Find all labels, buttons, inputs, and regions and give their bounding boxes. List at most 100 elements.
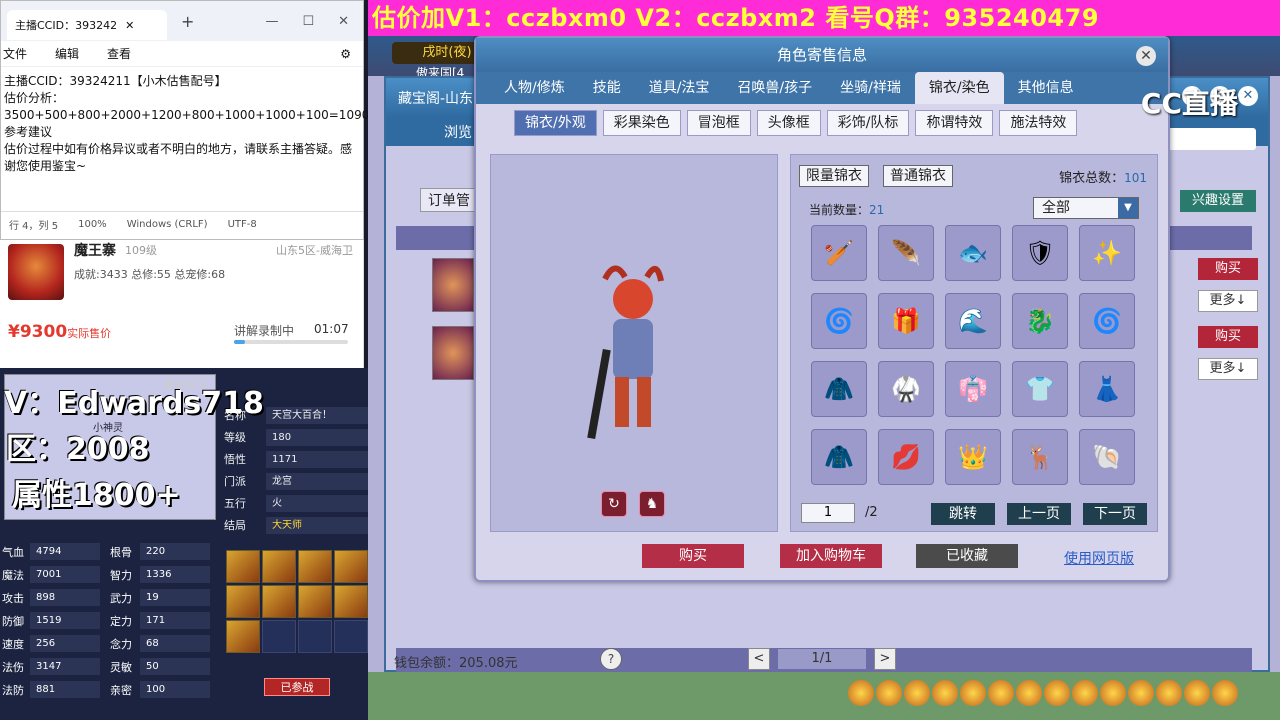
outfit-item-icon[interactable]: 🛡 [1012,225,1068,281]
menu-file[interactable]: 文件 [3,45,27,62]
list-thumb[interactable] [432,326,474,380]
skill-slot[interactable] [262,585,296,618]
web-version-link[interactable]: 使用网页版 [1064,548,1134,568]
skill-slot[interactable] [334,585,368,618]
minimize-icon[interactable]: — [265,14,278,29]
buy-button[interactable]: 购买 [642,544,744,568]
outfit-item-icon[interactable]: ✨ [1079,225,1135,281]
game-menu-icon[interactable] [848,680,874,706]
favorited-button[interactable]: 已收藏 [916,544,1018,568]
skill-slot[interactable] [226,550,260,583]
close-icon[interactable]: ✕ [125,19,134,32]
add-to-cart-button[interactable]: 加入购物车 [780,544,882,568]
game-menu-icon[interactable] [1100,680,1126,706]
tab-items[interactable]: 道具/法宝 [635,72,724,104]
game-menu-icon[interactable] [1156,680,1182,706]
tab-character[interactable]: 人物/修炼 [490,72,579,104]
more-button[interactable]: 更多↓ [1198,290,1258,312]
rotate-icon[interactable]: ↻ [601,491,627,517]
prev-page-button[interactable]: 上一页 [1007,503,1071,525]
outfit-item-icon[interactable]: 💋 [878,429,934,485]
close-icon[interactable]: ✕ [1136,46,1156,66]
interest-settings-button[interactable]: 兴趣设置 [1180,190,1256,212]
stat-value: 898 [30,589,100,606]
stat-key: 法防 [2,683,24,697]
tab-other[interactable]: 其他信息 [1004,72,1088,104]
game-menu-icon[interactable] [932,680,958,706]
game-menu-icon[interactable] [1016,680,1042,706]
outfit-item-icon[interactable]: 👘 [945,361,1001,417]
notepad-content[interactable]: 主播CCID：39324211【小木估售配号】 估价分析： 3500+500+8… [1,67,377,211]
outfit-item-icon[interactable]: 🐚 [1079,429,1135,485]
close-icon[interactable]: ✕ [1238,86,1258,106]
outfit-item-icon[interactable]: 🪶 [878,225,934,281]
game-menu-icon[interactable] [1128,680,1154,706]
jump-button[interactable]: 跳转 [931,503,995,525]
subtab-bubble[interactable]: 冒泡框 [686,110,751,136]
tab-pets[interactable]: 召唤兽/孩子 [723,72,826,104]
subtab-dye[interactable]: 彩果染色 [602,110,681,136]
list-thumb[interactable] [432,258,474,312]
outfit-item-icon[interactable]: 👕 [1012,361,1068,417]
outfit-item-icon[interactable]: 🌀 [1079,293,1135,349]
game-menu-icon[interactable] [1184,680,1210,706]
next-page-button[interactable]: 下一页 [1083,503,1147,525]
game-menu-icon[interactable] [960,680,986,706]
action-icon[interactable]: ♞ [639,491,665,517]
tab-skills[interactable]: 技能 [579,72,635,104]
outfit-item-icon[interactable]: 👑 [945,429,1001,485]
outfit-item-icon[interactable]: 🧥 [811,429,867,485]
outfit-item-icon[interactable]: 🐉 [1012,293,1068,349]
skill-slot[interactable] [226,585,260,618]
outfit-item-icon[interactable]: 🧥 [811,361,867,417]
subtab-decor[interactable]: 彩饰/队标 [826,110,910,136]
gear-icon[interactable]: ⚙ [340,47,351,61]
outfit-item-icon[interactable]: 🏏 [811,225,867,281]
skill-slot[interactable] [298,550,332,583]
outfit-filter-select[interactable]: 全部 ▼ [1033,197,1139,219]
normal-outfit-tab[interactable]: 普通锦衣 [883,165,953,187]
tab-mounts[interactable]: 坐骑/祥瑞 [826,72,915,104]
game-menu-icon[interactable] [1072,680,1098,706]
game-menu-icon[interactable] [904,680,930,706]
subtab-outfit[interactable]: 锦衣/外观 [514,110,597,136]
outfit-item-icon[interactable]: 🦌 [1012,429,1068,485]
buy-button[interactable]: 购买 [1198,258,1258,280]
menu-view[interactable]: 查看 [107,45,131,62]
outfit-item-icon[interactable]: 🐟 [945,225,1001,281]
close-window-icon[interactable]: ✕ [338,14,349,29]
order-button[interactable]: 订单管 [420,188,478,212]
maximize-icon[interactable]: ☐ [302,14,314,29]
page-input[interactable]: 1 [801,503,855,523]
search-input[interactable] [1166,128,1256,150]
listing-card[interactable]: 魔王寨 109级 山东5区-威海卫 成就:3433 总修:55 总宠修:68 ¥… [0,240,364,368]
game-menu-icon[interactable] [876,680,902,706]
more-button[interactable]: 更多↓ [1198,358,1258,380]
subtab-spell-fx[interactable]: 施法特效 [999,110,1078,136]
game-menu-icon[interactable] [1212,680,1238,706]
skill-slot[interactable] [262,550,296,583]
skill-slot[interactable] [226,620,260,653]
buy-button[interactable]: 购买 [1198,326,1258,348]
subtab-title-fx[interactable]: 称谓特效 [915,110,994,136]
outfit-item-icon[interactable]: 🌀 [811,293,867,349]
game-menu-icon[interactable] [1044,680,1070,706]
outfit-item-icon[interactable]: 🥋 [878,361,934,417]
skill-slot[interactable] [298,585,332,618]
outfit-item-icon[interactable]: 🌊 [945,293,1001,349]
joined-battle-button[interactable]: 已参战 [264,678,330,696]
menu-edit[interactable]: 编辑 [55,45,79,62]
skill-slot[interactable] [334,550,368,583]
prev-page-button[interactable]: < [748,648,770,670]
next-page-button[interactable]: > [874,648,896,670]
tab-outfits[interactable]: 锦衣/染色 [914,72,1004,104]
help-icon[interactable]: ? [600,648,622,670]
game-menu-icon[interactable] [988,680,1014,706]
notepad-tab[interactable]: 主播CCID：393242 ✕ [7,10,167,40]
cbg-browse[interactable]: 浏览 [444,122,472,142]
subtab-avatar-frame[interactable]: 头像框 [756,110,821,136]
new-tab-icon[interactable]: + [181,12,194,31]
outfit-item-icon[interactable]: 🎁 [878,293,934,349]
outfit-item-icon[interactable]: 👗 [1079,361,1135,417]
limited-outfit-tab[interactable]: 限量锦衣 [799,165,869,187]
